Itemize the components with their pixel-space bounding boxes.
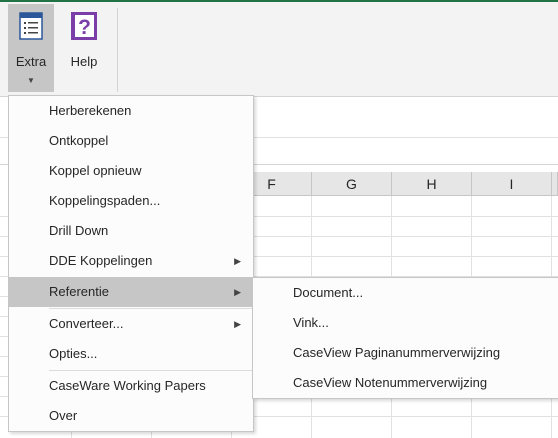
submenu-item-label: CaseView Notenummerverwijzing xyxy=(293,375,488,390)
menu-item-over[interactable]: Over xyxy=(9,401,253,431)
column-header-next[interactable] xyxy=(552,172,558,196)
submenu-arrow-icon: ▶ xyxy=(234,287,241,297)
extra-button[interactable]: Extra ▼ xyxy=(8,4,54,92)
menu-item-label: Converteer... xyxy=(49,316,124,331)
submenu-arrow-icon: ▶ xyxy=(234,256,241,266)
ribbon-group-separator xyxy=(117,8,118,92)
column-header-h[interactable]: H xyxy=(392,172,472,196)
menu-item-label: Ontkoppel xyxy=(49,133,109,148)
chevron-down-icon: ▼ xyxy=(27,76,35,85)
submenu-item-label: CaseView Paginanummerverwijzing xyxy=(293,345,501,360)
menu-item-label: Koppel opnieuw xyxy=(49,163,142,178)
menu-item-converteer[interactable]: Converteer... ▶ xyxy=(9,309,253,339)
help-button[interactable]: ? Help xyxy=(62,4,106,92)
menu-item-label: Herberekenen xyxy=(49,103,132,118)
submenu-item-notenummerverwijzing[interactable]: CaseView Notenummerverwijzing xyxy=(253,368,558,398)
submenu-item-vink[interactable]: Vink... xyxy=(253,308,558,338)
ribbon: Extra ▼ ? Help xyxy=(0,2,558,97)
menu-item-label: CaseWare Working Papers xyxy=(49,378,206,393)
submenu-item-label: Vink... xyxy=(293,315,329,330)
submenu-item-document[interactable]: Document... xyxy=(253,278,558,308)
extra-list-icon xyxy=(19,12,43,40)
submenu-item-paginanummerverwijzing[interactable]: CaseView Paginanummerverwijzing xyxy=(253,338,558,368)
menu-item-referentie[interactable]: Referentie ▶ xyxy=(9,277,253,307)
menu-item-label: Referentie xyxy=(49,284,109,299)
menu-item-label: Drill Down xyxy=(49,223,109,238)
submenu-arrow-icon: ▶ xyxy=(234,319,241,329)
menu-item-caseware-working-papers[interactable]: CaseWare Working Papers xyxy=(9,371,253,401)
column-header-g[interactable]: G xyxy=(312,172,392,196)
submenu-item-label: Document... xyxy=(293,285,364,300)
menu-item-koppel-opnieuw[interactable]: Koppel opnieuw xyxy=(9,156,253,186)
menu-item-koppelingspaden[interactable]: Koppelingspaden... xyxy=(9,186,253,216)
menu-item-drill-down[interactable]: Drill Down xyxy=(9,216,253,246)
menu-item-label: Koppelingspaden... xyxy=(49,193,161,208)
referentie-submenu: Document... Vink... CaseView Paginanumme… xyxy=(252,277,558,399)
menu-item-label: Opties... xyxy=(49,346,98,361)
menu-item-opties[interactable]: Opties... xyxy=(9,339,253,369)
menu-item-ontkoppel[interactable]: Ontkoppel xyxy=(9,126,253,156)
menu-item-dde-koppelingen[interactable]: DDE Koppelingen ▶ xyxy=(9,246,253,276)
menu-item-label: DDE Koppelingen xyxy=(49,253,153,268)
menu-item-herberekenen[interactable]: Herberekenen xyxy=(9,96,253,126)
help-label: Help xyxy=(70,54,98,69)
help-icon: ? xyxy=(71,12,97,40)
column-header-i[interactable]: I xyxy=(472,172,552,196)
extra-label: Extra xyxy=(15,54,47,69)
extra-dropdown-menu: Herberekenen Ontkoppel Koppel opnieuw Ko… xyxy=(8,95,254,432)
svg-text:?: ? xyxy=(78,16,91,39)
menu-item-label: Over xyxy=(49,408,78,423)
